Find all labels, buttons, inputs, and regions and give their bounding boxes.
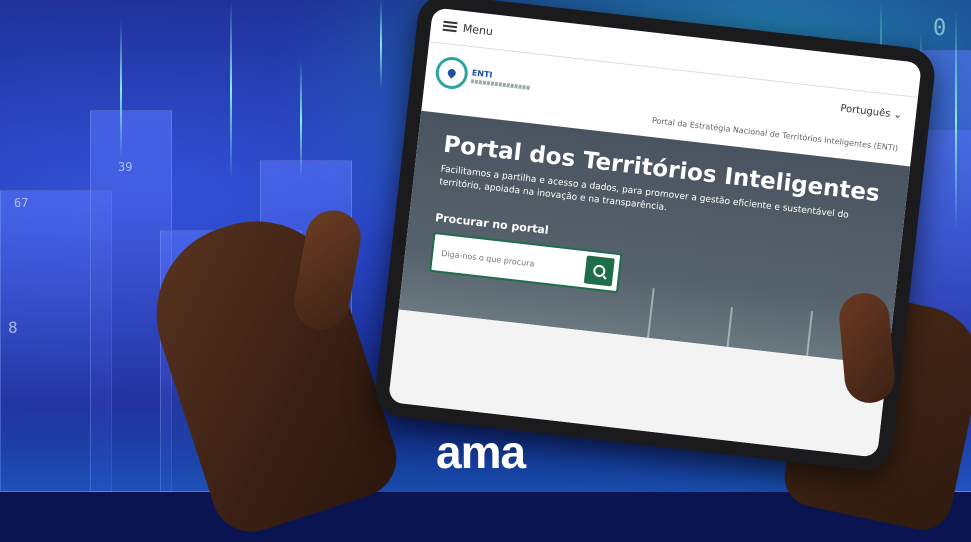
background-number: 8	[8, 318, 18, 337]
wind-turbine	[726, 307, 734, 348]
chevron-down-icon: ⌄	[892, 109, 903, 122]
location-pin-icon	[434, 55, 470, 91]
wind-turbine	[806, 311, 814, 357]
language-label: Português	[839, 103, 891, 120]
background-number: 39	[118, 160, 133, 174]
background-number: 67	[14, 196, 29, 210]
light-streak	[120, 20, 122, 160]
enti-logo[interactable]: ENTI	[434, 55, 533, 98]
light-streak	[380, 0, 382, 90]
menu-label[interactable]: Menu	[462, 21, 493, 37]
search-button[interactable]	[583, 255, 615, 287]
light-streak	[300, 60, 302, 180]
tablet-screen: Menu ENTI Português ⌄ Portal da Estratég…	[388, 7, 922, 458]
hamburger-icon[interactable]	[442, 20, 458, 33]
logo-text: ENTI	[471, 67, 493, 80]
logo-tagline	[470, 78, 531, 90]
background-number: 0	[933, 16, 947, 41]
ama-logo: ama	[436, 426, 526, 478]
wind-turbine	[647, 288, 655, 339]
search-input[interactable]	[432, 246, 587, 275]
language-selector[interactable]: Português ⌄	[840, 103, 903, 121]
light-streak	[230, 0, 232, 180]
tablet-device: Menu ENTI Português ⌄ Portal da Estratég…	[372, 0, 938, 474]
search-icon	[592, 264, 606, 278]
light-streak	[955, 10, 957, 230]
